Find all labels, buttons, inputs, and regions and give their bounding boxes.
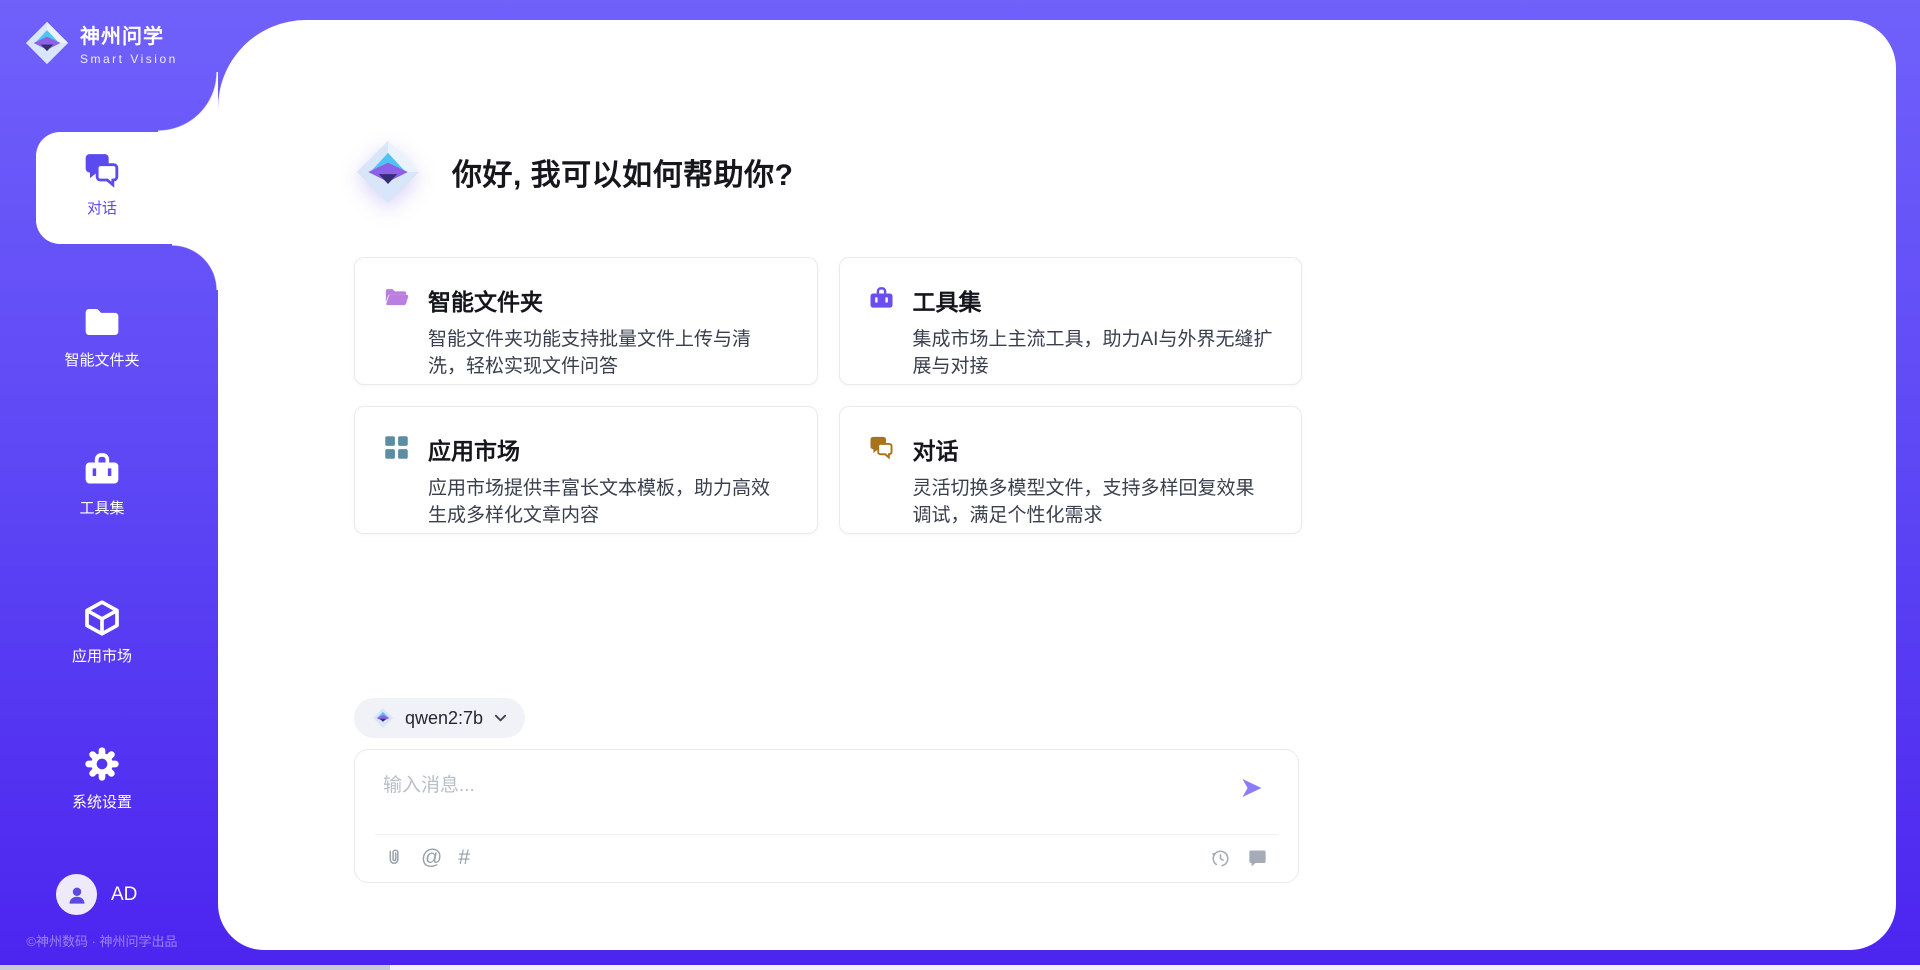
chat-icon: [82, 150, 122, 190]
briefcase-icon: [868, 285, 895, 312]
gear-icon: [82, 744, 122, 784]
card-description: 智能文件夹功能支持批量文件上传与清洗，轻松实现文件问答: [428, 327, 789, 381]
avatar: [56, 874, 97, 915]
sidebar-item-chat[interactable]: 对话: [0, 150, 204, 218]
feature-cards: 智能文件夹 智能文件夹功能支持批量文件上传与清洗，轻松实现文件问答 工具集 集成…: [354, 257, 1302, 534]
send-icon[interactable]: [1240, 776, 1264, 800]
greeting-block: 你好, 我可以如何帮助你?: [354, 138, 794, 206]
card-description: 集成市场上主流工具，助力AI与外界无缝扩展与对接: [913, 327, 1274, 381]
hashtag-icon[interactable]: #: [458, 847, 470, 869]
folder-icon: [82, 302, 122, 342]
composer-tools-left: @ #: [383, 847, 470, 869]
card-title: 工具集: [913, 283, 1274, 317]
sidebar: 神州问学 Smart Vision 对话 智能文件夹 工具集: [0, 0, 218, 970]
person-icon: [65, 883, 89, 907]
model-name: qwen2:7b: [405, 708, 483, 729]
card-title: 应用市场: [428, 432, 789, 466]
attachment-icon[interactable]: [383, 847, 405, 869]
brand-subtitle: Smart Vision: [80, 52, 178, 66]
sidebar-item-label: 应用市场: [0, 645, 204, 666]
chevron-down-icon: [494, 714, 507, 723]
card-smart-folder[interactable]: 智能文件夹 智能文件夹功能支持批量文件上传与清洗，轻松实现文件问答: [354, 257, 818, 385]
sidebar-item-label: 工具集: [0, 497, 204, 518]
chat-bubble-icon[interactable]: [1246, 847, 1268, 869]
cube-icon: [82, 598, 122, 638]
card-toolset[interactable]: 工具集 集成市场上主流工具，助力AI与外界无缝扩展与对接: [839, 257, 1303, 385]
card-chat[interactable]: 对话 灵活切换多模型文件，支持多样回复效果调试，满足个性化需求: [839, 406, 1303, 534]
card-title: 对话: [913, 432, 1274, 466]
sidebar-item-label: 对话: [0, 197, 204, 218]
sidebar-item-settings[interactable]: 系统设置: [0, 744, 204, 812]
toolbox-icon: [82, 450, 122, 490]
horizontal-scrollbar-thumb[interactable]: [0, 965, 390, 970]
chat-bubbles-icon: [868, 434, 895, 461]
brand-diamond-icon: [24, 20, 70, 66]
message-input[interactable]: 输入消息...: [383, 770, 475, 797]
model-diamond-icon: [372, 707, 394, 729]
sidebar-item-app-market[interactable]: 应用市场: [0, 598, 204, 666]
card-title: 智能文件夹: [428, 283, 789, 317]
grid-icon: [383, 434, 410, 461]
sidebar-item-toolset[interactable]: 工具集: [0, 450, 204, 518]
composer-tools-right: [1209, 847, 1268, 869]
user-name: AD: [111, 884, 137, 906]
history-icon[interactable]: [1209, 847, 1231, 869]
sidebar-item-smart-folder[interactable]: 智能文件夹: [0, 302, 204, 370]
assistant-diamond-icon: [354, 138, 422, 206]
user-account[interactable]: AD: [56, 874, 137, 915]
sidebar-item-label: 智能文件夹: [0, 349, 204, 370]
card-description: 应用市场提供丰富长文本模板，助力高效生成多样化文章内容: [428, 476, 789, 530]
composer-divider: [375, 834, 1278, 835]
mention-icon[interactable]: @: [421, 847, 442, 869]
card-description: 灵活切换多模型文件，支持多样回复效果调试，满足个性化需求: [913, 476, 1274, 530]
model-selector[interactable]: qwen2:7b: [354, 698, 525, 738]
brand-logo: 神州问学 Smart Vision: [24, 20, 178, 66]
greeting-title: 你好, 我可以如何帮助你?: [452, 150, 794, 194]
copyright-text: ©神州数码 · 神州问学出品: [0, 931, 204, 950]
folder-open-icon: [383, 285, 410, 312]
horizontal-scrollbar: [0, 965, 1920, 970]
brand-name: 神州问学: [80, 20, 178, 49]
sidebar-item-label: 系统设置: [0, 791, 204, 812]
composer: 输入消息... @ #: [354, 749, 1299, 883]
card-app-market[interactable]: 应用市场 应用市场提供丰富长文本模板，助力高效生成多样化文章内容: [354, 406, 818, 534]
